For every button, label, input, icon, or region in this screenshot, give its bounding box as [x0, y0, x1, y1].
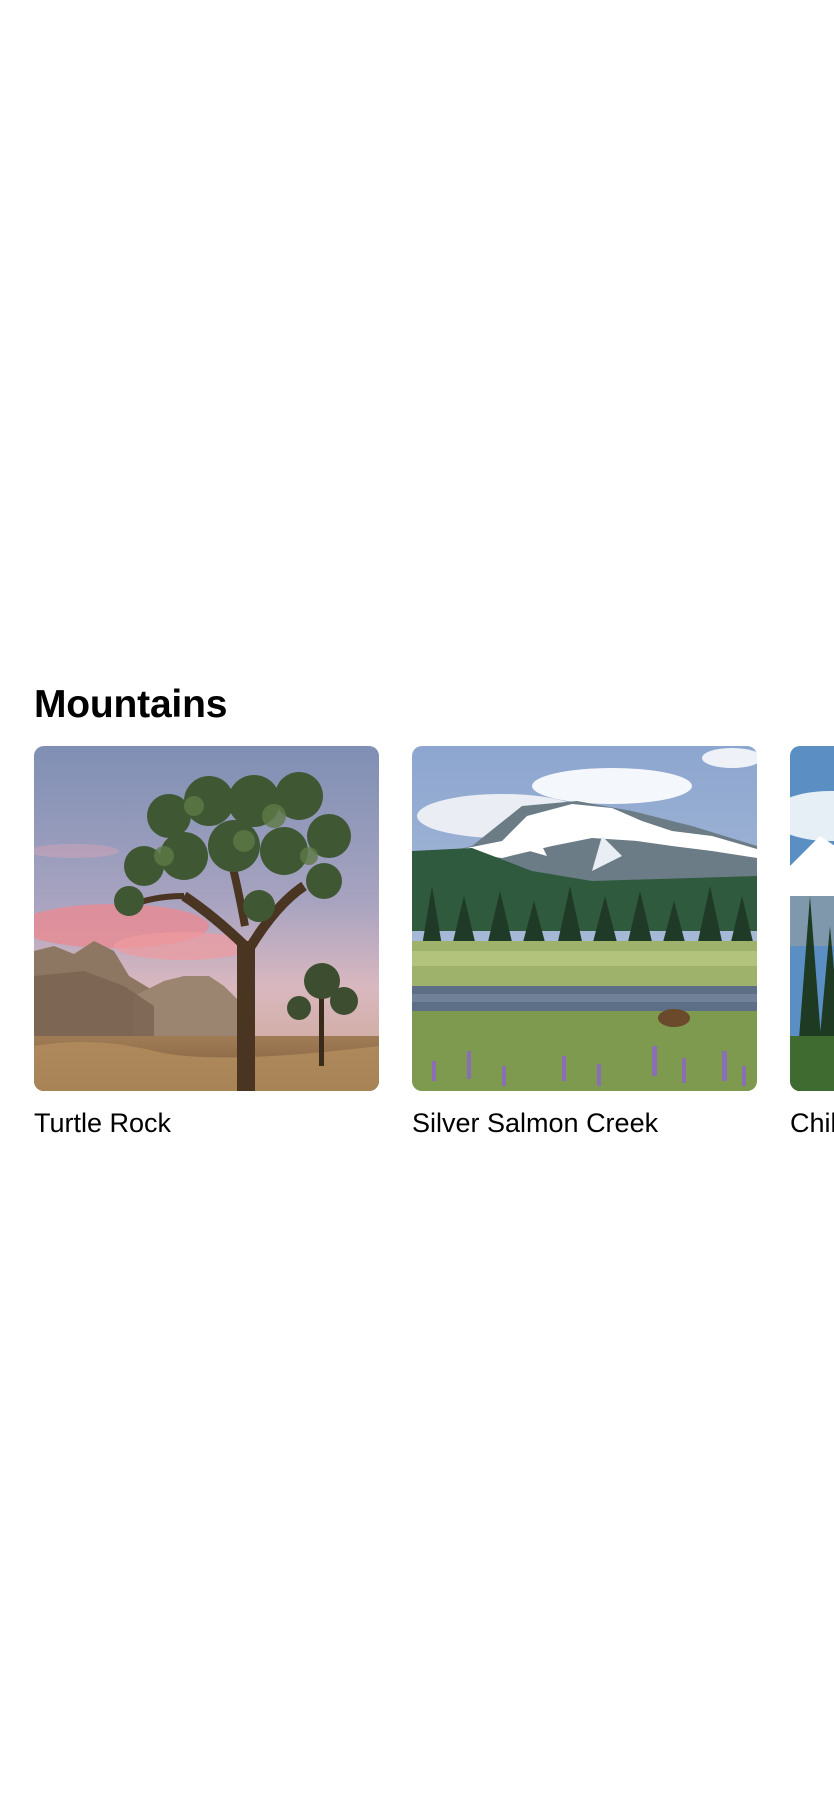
alpine-forest-photo	[790, 746, 834, 1091]
snowy-mountain-meadow-photo	[412, 746, 757, 1091]
landmark-name: Turtle Rock	[34, 1108, 172, 1138]
landmark-image	[790, 746, 834, 1091]
landmark-image	[412, 746, 757, 1091]
landmark-carousel[interactable]: Turtle Rock Silver Salmon Creek Chil	[0, 746, 834, 1146]
screen: Mountains Turtle Rock Silver Salmon Cree…	[0, 0, 834, 1806]
desert-joshua-tree-photo	[34, 746, 379, 1091]
landmark-card[interactable]: Silver Salmon Creek	[412, 746, 757, 1141]
landmark-name: Silver Salmon Creek	[412, 1108, 659, 1138]
landmark-name: Chilkoot Trail	[790, 1108, 834, 1138]
section-title: Mountains	[34, 683, 228, 726]
landmark-card[interactable]: Turtle Rock	[34, 746, 379, 1141]
landmark-image	[34, 746, 379, 1091]
landmark-card[interactable]: Chilkoot Trail	[790, 746, 834, 1141]
